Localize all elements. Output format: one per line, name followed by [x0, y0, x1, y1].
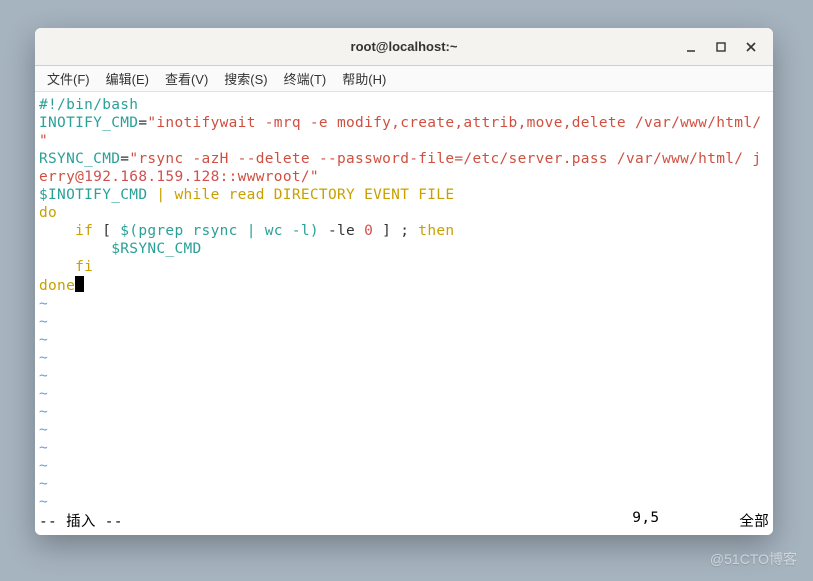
menubar: 文件(F) 编辑(E) 查看(V) 搜索(S) 终端(T) 帮助(H) — [35, 66, 773, 92]
code-eq1: = — [138, 115, 147, 131]
tilde-line: ~ — [39, 332, 48, 348]
code-rsync-indent — [39, 241, 111, 257]
vim-position: 9,5 — [632, 510, 739, 531]
code-inotify-ref: INOTIFY_CMD — [48, 187, 147, 203]
code-dq2: " — [39, 133, 48, 149]
code-fi-indent — [39, 259, 75, 275]
status-spacer — [123, 510, 633, 531]
code-shebang-bash: bash — [102, 97, 138, 113]
code-rsync-str2a: erry@ — [39, 169, 84, 185]
code-if-dollar-open: $( — [120, 223, 138, 239]
tilde-line: ~ — [39, 494, 48, 510]
menu-help[interactable]: 帮助(H) — [336, 67, 392, 90]
terminal-window: root@localhost:~ 文件(F) 编辑(E) 查看(V) 搜索(S)… — [35, 28, 773, 535]
code-pipe-while: | while read DIRECTORY EVENT FILE — [147, 187, 454, 203]
minimize-button[interactable] — [683, 39, 699, 55]
code-rsync-ip: 192.168.159.128 — [84, 169, 219, 185]
code-rsync-str2b: ::wwwroot/ — [220, 169, 310, 185]
menu-search[interactable]: 搜索(S) — [218, 67, 273, 90]
code-fi: fi — [75, 259, 93, 275]
tilde-line: ~ — [39, 386, 48, 402]
code-if: if — [75, 223, 93, 239]
code-eq2: = — [120, 151, 129, 167]
titlebar[interactable]: root@localhost:~ — [35, 28, 773, 66]
tilde-line: ~ — [39, 476, 48, 492]
code-inotify-str: inotifywait -mrq -e modify,create,attrib… — [156, 115, 761, 131]
vim-status-line: -- 插入 -- 9,5 全部 — [35, 510, 773, 535]
code-do: do — [39, 205, 57, 221]
menu-file[interactable]: 文件(F) — [41, 67, 96, 90]
watermark: @51CTO博客 — [710, 549, 797, 569]
tilde-line: ~ — [39, 350, 48, 366]
tilde-line: ~ — [39, 314, 48, 330]
tilde-line: ~ — [39, 422, 48, 438]
menu-terminal[interactable]: 终端(T) — [278, 67, 333, 90]
menu-edit[interactable]: 编辑(E) — [100, 67, 155, 90]
tilde-line: ~ — [39, 458, 48, 474]
code-shebang-slash: / — [93, 97, 102, 113]
code-if-close-paren: ) — [310, 223, 319, 239]
code-done: done — [39, 278, 75, 294]
menu-view[interactable]: 查看(V) — [159, 67, 214, 90]
maximize-button[interactable] — [713, 39, 729, 55]
code-shebang-prefix: #!/ — [39, 97, 66, 113]
code-if-cond-a: [ — [93, 223, 120, 239]
code-if-mid: -le — [319, 223, 364, 239]
close-button[interactable] — [743, 39, 759, 55]
code-dollar2: $ — [111, 241, 120, 257]
vim-mode: -- 插入 -- — [39, 510, 123, 531]
code-if-end: ] ; — [373, 223, 418, 239]
code-rsync-var: RSYNC_CMD — [39, 151, 120, 167]
window-controls — [683, 28, 767, 65]
terminal-content[interactable]: #!/bin/bash INOTIFY_CMD="inotifywait -mr… — [35, 92, 773, 510]
cursor — [75, 276, 84, 292]
code-if-zero: 0 — [364, 223, 373, 239]
window-title: root@localhost:~ — [351, 39, 458, 54]
tilde-line: ~ — [39, 296, 48, 312]
code-dollar1: $ — [39, 187, 48, 203]
code-dq3: " — [129, 151, 138, 167]
vim-scroll: 全部 — [739, 510, 769, 531]
tilde-line: ~ — [39, 368, 48, 384]
code-shebang-bin: bin — [66, 97, 93, 113]
code-if-pgrep: pgrep rsync | wc -l — [138, 223, 310, 239]
code-rsync-ref: RSYNC_CMD — [120, 241, 201, 257]
tilde-line: ~ — [39, 404, 48, 420]
code-then: then — [418, 223, 454, 239]
code-dq4: " — [310, 169, 319, 185]
code-rsync-str1: rsync -azH --delete --password-file=/etc… — [138, 151, 761, 167]
code-inotify-var: INOTIFY_CMD — [39, 115, 138, 131]
tilde-line: ~ — [39, 440, 48, 456]
code-if-indent — [39, 223, 75, 239]
